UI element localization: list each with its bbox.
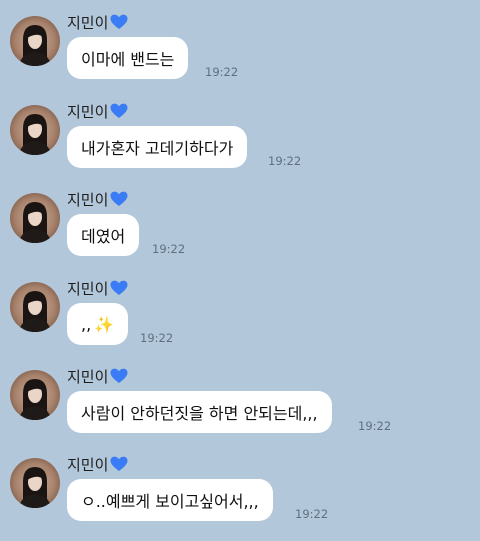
message-bubble[interactable]: ,, ✨ [67,303,129,345]
message-bubble[interactable]: ㅇ..예쁘게 보이고싶어서,,, [67,479,273,521]
sender-name: 지민이 [67,102,109,121]
message-row: 지민이 데였어 19:22 [0,187,480,275]
blue-heart-icon [110,280,128,296]
profile-avatar[interactable] [10,370,60,420]
message-row: 지민이 ㅇ..예쁘게 보이고싶어서,,, 19:22 [0,452,480,540]
profile-avatar[interactable] [10,282,60,332]
message-time: 19:22 [140,331,174,345]
message-text: 내가혼자 고데기하다가 [81,139,234,158]
message-bubble[interactable]: 이마에 밴드는 [67,37,189,79]
message-time: 19:22 [268,154,302,168]
sender-name: 지민이 [67,367,109,386]
message-bubble[interactable]: 데였어 [67,214,140,256]
sparkles-icon: ✨ [94,314,115,334]
message-row: 지민이 내가혼자 고데기하다가 19:22 [0,99,480,187]
profile-avatar[interactable] [10,193,60,243]
message-time: 19:22 [295,507,329,521]
message-bubble[interactable]: 사람이 안하던짓을 하면 안되는데,,, [67,391,332,433]
message-bubble[interactable]: 내가혼자 고데기하다가 [67,126,248,168]
message-text: ,, [81,314,92,334]
message-text: ㅇ..예쁘게 보이고싶어서,,, [81,492,259,511]
blue-heart-icon [110,103,128,119]
blue-heart-icon [110,368,128,384]
sender-name: 지민이 [67,455,109,474]
message-time: 19:22 [205,65,239,79]
message-time: 19:22 [358,419,392,433]
sender-name-row: 지민이 [67,366,128,386]
sender-name-row: 지민이 [67,454,128,474]
sender-name-row: 지민이 [67,278,128,298]
message-time: 19:22 [152,242,186,256]
sender-name-row: 지민이 [67,189,128,209]
sender-name: 지민이 [67,279,109,298]
profile-avatar[interactable] [10,458,60,508]
sender-name: 지민이 [67,13,109,32]
message-text: 데였어 [81,227,126,246]
profile-avatar[interactable] [10,105,60,155]
message-text: 사람이 안하던짓을 하면 안되는데,,, [81,404,318,423]
sender-name: 지민이 [67,190,109,209]
message-text: 이마에 밴드는 [81,50,175,69]
chat-room: 지민이 이마에 밴드는 19:22 지민이 내가혼자 고데기하다가 19:22 … [0,0,480,541]
message-row: 지민이 사람이 안하던짓을 하면 안되는데,,, 19:22 [0,364,480,452]
profile-avatar[interactable] [10,16,60,66]
sender-name-row: 지민이 [67,12,128,32]
message-row: 지민이 ,, ✨ 19:22 [0,276,480,364]
message-row: 지민이 이마에 밴드는 19:22 [0,10,480,98]
sender-name-row: 지민이 [67,101,128,121]
blue-heart-icon [110,14,128,30]
blue-heart-icon [110,191,128,207]
blue-heart-icon [110,456,128,472]
